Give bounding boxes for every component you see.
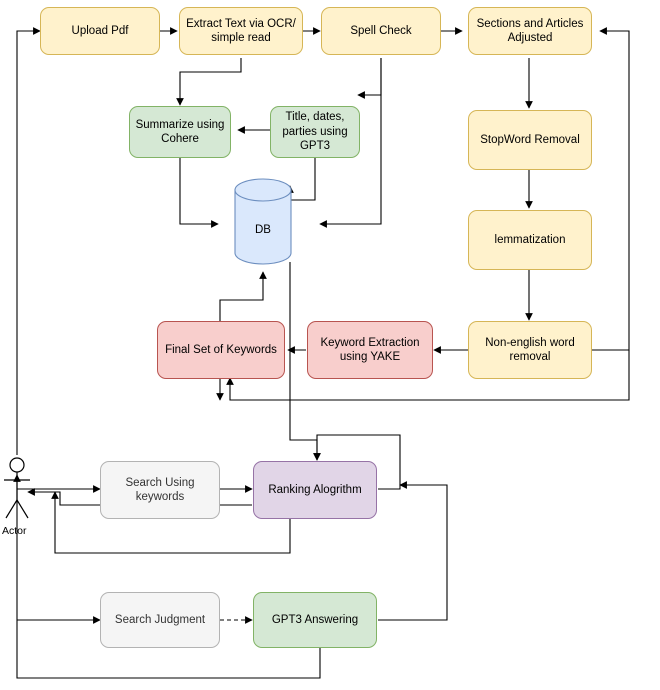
node-label: Search Judgment bbox=[114, 613, 206, 626]
node-sections-articles[interactable]: Sections and Articles Adjusted bbox=[468, 7, 592, 55]
node-search-judgment[interactable]: Search Judgment bbox=[100, 592, 220, 648]
node-spell-check[interactable]: Spell Check bbox=[321, 7, 441, 55]
node-title-dates-parties-gpt3[interactable]: Title, dates, parties using GPT3 bbox=[270, 106, 360, 158]
node-label: Ranking Alogrithm bbox=[268, 483, 362, 496]
node-summarize-cohere[interactable]: Summarize using Cohere bbox=[129, 106, 231, 158]
node-final-set-of-keywords[interactable]: Final Set of Keywords bbox=[157, 321, 285, 379]
node-label: Sections and Articles Adjusted bbox=[476, 17, 584, 44]
node-label: GPT3 Answering bbox=[271, 613, 359, 626]
node-keyword-extraction-yake[interactable]: Keyword Extraction using YAKE bbox=[307, 321, 433, 379]
node-extract-text[interactable]: Extract Text via OCR/ simple read bbox=[179, 7, 303, 55]
node-ranking-algorithm[interactable]: Ranking Alogrithm bbox=[253, 461, 377, 519]
node-non-english-removal[interactable]: Non-english word removal bbox=[468, 321, 592, 379]
node-label: lemmatization bbox=[494, 233, 566, 246]
node-label: Summarize using Cohere bbox=[135, 118, 225, 145]
node-search-using-keywords[interactable]: Search Using keywords bbox=[100, 461, 220, 519]
node-label: Title, dates, parties using GPT3 bbox=[282, 111, 348, 153]
node-label: Non-english word removal bbox=[485, 336, 575, 363]
node-label: DB bbox=[255, 224, 271, 236]
node-label: Search Using keywords bbox=[125, 476, 195, 503]
node-label: Final Set of Keywords bbox=[165, 343, 277, 356]
node-gpt3-answering[interactable]: GPT3 Answering bbox=[253, 592, 377, 648]
node-db[interactable]: DB bbox=[235, 215, 291, 245]
node-label: Upload Pdf bbox=[71, 24, 129, 37]
actor-label: Actor bbox=[2, 525, 27, 537]
node-upload-pdf[interactable]: Upload Pdf bbox=[40, 7, 160, 55]
node-label: Extract Text via OCR/ simple read bbox=[186, 17, 296, 44]
node-label: Spell Check bbox=[350, 24, 412, 37]
diagram-canvas: Upload Pdf Extract Text via OCR/ simple … bbox=[0, 0, 660, 690]
node-label: StopWord Removal bbox=[480, 133, 580, 146]
node-stopword-removal[interactable]: StopWord Removal bbox=[468, 110, 592, 170]
node-label: Keyword Extraction using YAKE bbox=[320, 336, 420, 363]
node-lemmatization[interactable]: lemmatization bbox=[468, 210, 592, 270]
